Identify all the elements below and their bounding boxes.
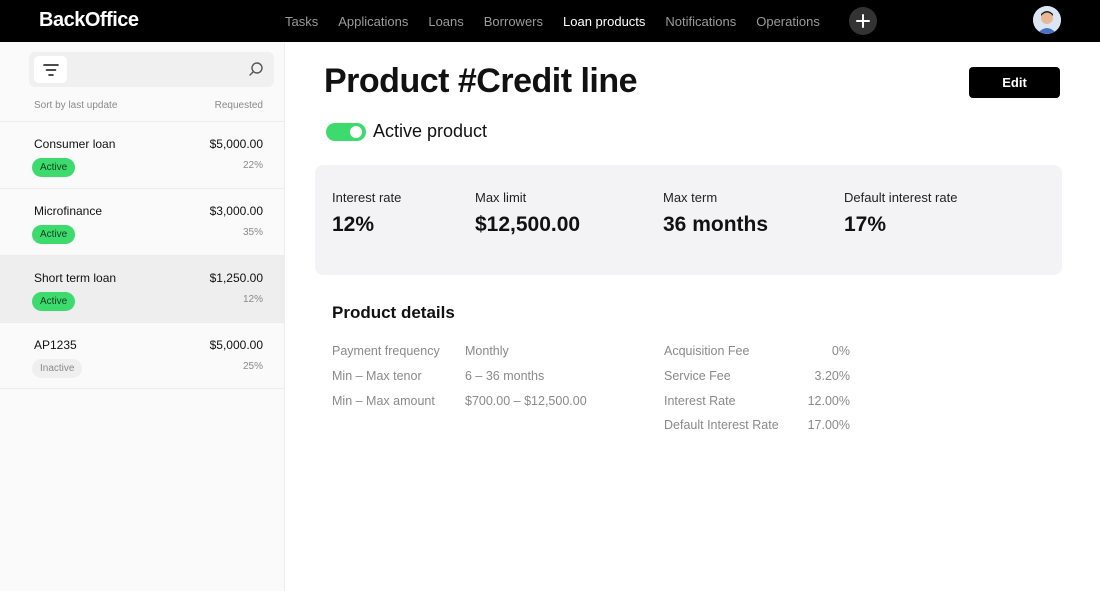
search-icon[interactable] (248, 61, 264, 77)
search-input[interactable] (73, 56, 243, 83)
stat-value-max-term: 36 months (663, 213, 769, 236)
status-badge: Active (32, 292, 76, 311)
product-list: Consumer loan $5,000.00 Active 22% Micro… (0, 121, 285, 389)
avatar-icon (1033, 6, 1061, 34)
item-name: Consumer loan (34, 137, 116, 151)
detail-label-service-fee: Service Fee (664, 369, 731, 383)
status-badge: Active (32, 225, 76, 244)
item-name: Microfinance (34, 204, 103, 218)
stat-value-max-limit: $12,500.00 (475, 213, 581, 236)
item-name: AP1235 (34, 338, 77, 352)
filter-icon (42, 63, 59, 76)
detail-label-interest-rate: Interest Rate (664, 394, 736, 408)
nav-item-loan-products[interactable]: Loan products (563, 14, 645, 29)
item-percent: 35% (242, 227, 263, 238)
detail-label-tenor: Min – Max tenor (332, 369, 422, 383)
stat-value-default-interest-rate: 17% (844, 213, 887, 236)
nav-item-borrowers[interactable]: Borrowers (484, 14, 543, 29)
top-navigation-bar: BackOffice Tasks Applications Loans Borr… (0, 0, 1100, 42)
item-name: Short term loan (34, 271, 117, 285)
edit-button[interactable]: Edit (969, 67, 1060, 98)
list-item[interactable]: AP1235 $5,000.00 Inactive 25% (0, 322, 285, 389)
toggle-knob (350, 126, 362, 138)
detail-value-interest-rate: 12.00% (807, 394, 850, 408)
user-avatar[interactable] (1033, 6, 1061, 34)
search-bar (29, 52, 274, 87)
stat-label-max-limit: Max limit (475, 190, 527, 205)
stat-value-interest-rate: 12% (332, 213, 375, 236)
active-product-toggle[interactable] (326, 123, 366, 141)
list-item[interactable]: Microfinance $3,000.00 Active 35% (0, 188, 285, 255)
status-badge: Inactive (32, 359, 83, 378)
detail-value-payment-frequency: Monthly (465, 344, 509, 358)
detail-value-amount: $700.00 – $12,500.00 (465, 394, 587, 408)
stat-label-interest-rate: Interest rate (332, 190, 402, 205)
detail-value-default-interest-rate: 17.00% (807, 418, 850, 432)
item-amount: $5,000.00 (209, 338, 263, 352)
sidebar: Sort by last update Requested Consumer l… (0, 42, 285, 591)
toggle-label: Active product (373, 121, 488, 141)
main-nav: Tasks Applications Loans Borrowers Loan … (285, 0, 840, 42)
stat-label-default-interest-rate: Default interest rate (844, 190, 958, 205)
item-percent: 25% (242, 361, 263, 372)
stat-label-max-term: Max term (663, 190, 718, 205)
sort-label[interactable]: Sort by last update (34, 100, 117, 111)
item-amount: $1,250.00 (209, 271, 263, 285)
plus-icon (856, 14, 870, 28)
detail-label-payment-frequency: Payment frequency (332, 344, 440, 358)
detail-value-acquisition-fee: 0% (831, 344, 850, 358)
nav-item-loans[interactable]: Loans (428, 14, 463, 29)
item-percent: 22% (242, 160, 263, 171)
nav-item-applications[interactable]: Applications (338, 14, 408, 29)
filter-button[interactable] (34, 56, 67, 83)
product-details-title: Product details (332, 303, 455, 322)
page-title: Product #Credit line (324, 62, 638, 100)
item-percent: 12% (242, 294, 263, 305)
app-logo[interactable]: BackOffice (39, 9, 139, 32)
detail-value-tenor: 6 – 36 months (465, 369, 545, 383)
nav-item-operations[interactable]: Operations (756, 14, 820, 29)
item-amount: $5,000.00 (209, 137, 263, 151)
requested-label: Requested (214, 100, 263, 111)
item-amount: $3,000.00 (209, 204, 263, 218)
add-button[interactable] (849, 7, 877, 35)
detail-label-default-interest-rate: Default Interest Rate (664, 418, 779, 432)
nav-item-notifications[interactable]: Notifications (665, 14, 736, 29)
status-badge: Active (32, 158, 76, 177)
list-item[interactable]: Consumer loan $5,000.00 Active 22% (0, 121, 285, 188)
nav-item-tasks[interactable]: Tasks (285, 14, 318, 29)
detail-value-service-fee: 3.20% (814, 369, 850, 383)
list-item[interactable]: Short term loan $1,250.00 Active 12% (0, 255, 285, 322)
stats-card: Interest rate 12% Max limit $12,500.00 M… (315, 165, 1062, 275)
detail-label-acquisition-fee: Acquisition Fee (664, 344, 750, 358)
detail-label-amount: Min – Max amount (332, 394, 435, 408)
